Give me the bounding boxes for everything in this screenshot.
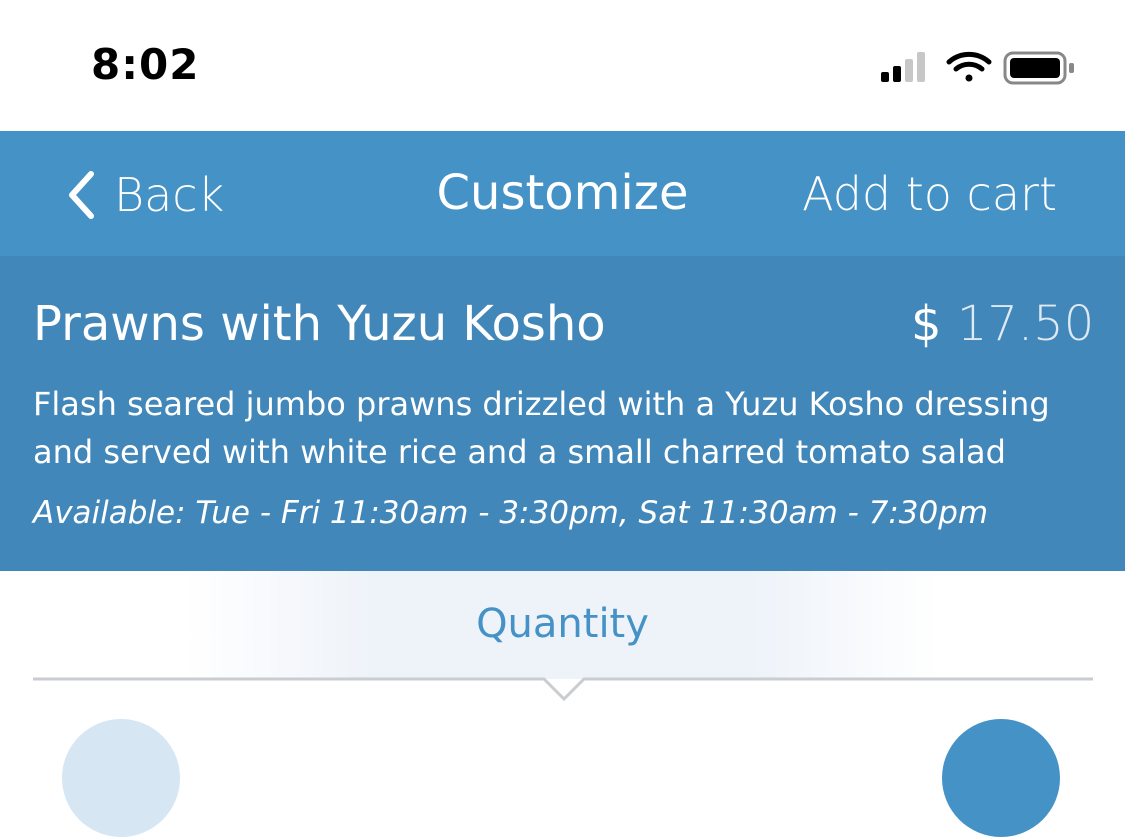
price-currency: $ — [911, 296, 942, 352]
item-description: Flash seared jumbo prawns drizzled with … — [33, 385, 1050, 471]
status-icons — [881, 51, 1074, 85]
quantity-divider — [33, 677, 1093, 701]
chevron-left-icon — [69, 171, 94, 219]
item-details: Prawns with Yuzu Kosho $ 17.50 Flash sea… — [0, 256, 1125, 571]
price-amount: 17.50 — [956, 296, 1095, 352]
decrement-button[interactable] — [62, 719, 180, 837]
add-to-cart-button[interactable]: Add to cart — [802, 167, 1057, 221]
back-label: Back — [114, 168, 225, 222]
back-button[interactable]: Back — [66, 168, 225, 222]
quantity-section: Quantity — [0, 571, 1125, 739]
item-name: Prawns with Yuzu Kosho — [33, 296, 606, 352]
status-bar: 8:02 — [0, 0, 1125, 131]
item-price: $ 17.50 — [911, 296, 1094, 352]
nav-bar: Back Customize Add to cart — [0, 131, 1125, 256]
status-time: 8:02 — [91, 40, 200, 89]
increment-button[interactable] — [942, 719, 1060, 837]
cellular-signal-icon — [881, 52, 925, 82]
battery-icon — [1003, 51, 1074, 85]
wifi-icon — [946, 51, 992, 82]
item-availability: Available: Tue - Fri 11:30am - 3:30pm, S… — [33, 495, 989, 531]
